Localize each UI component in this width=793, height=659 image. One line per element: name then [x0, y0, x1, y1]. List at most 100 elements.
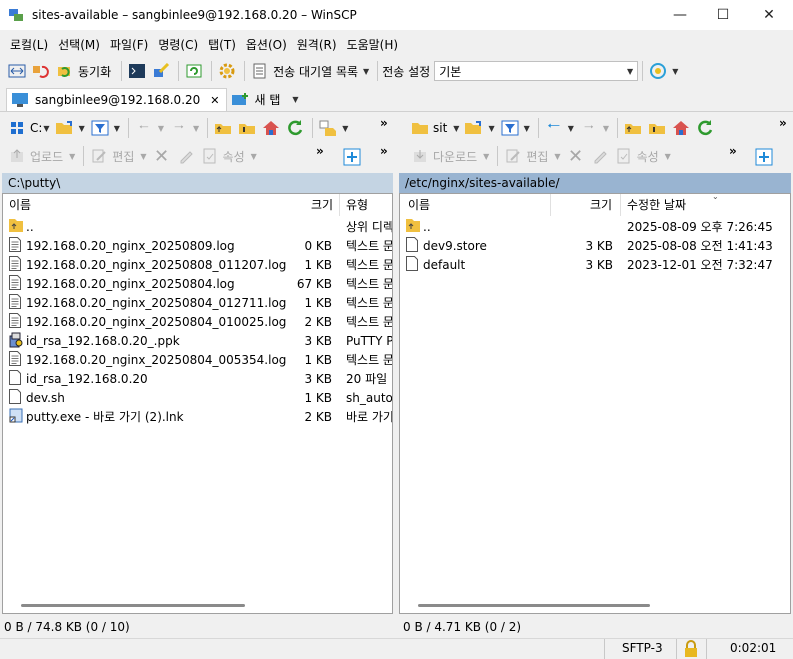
parent-directory-icon[interactable]: [622, 117, 644, 139]
more-tools-icon[interactable]: »: [380, 144, 388, 158]
chevron-down-icon[interactable]: ▼: [158, 124, 164, 133]
edit-button[interactable]: 편집: [526, 148, 548, 165]
remote-dir-select[interactable]: sit: [433, 121, 447, 135]
remote-path-bar[interactable]: /etc/nginx/sites-available/: [399, 173, 791, 193]
remote-file-panel[interactable]: 이름 크기 수정한 날짜 ⌄ .. 2025-08-09 오후 7:26:45 de…: [399, 192, 791, 614]
properties-button[interactable]: 속성: [223, 148, 245, 165]
minimize-button[interactable]: —: [657, 0, 703, 30]
rename-icon[interactable]: [175, 145, 197, 167]
upload-button[interactable]: 업로드: [30, 148, 63, 165]
file-row[interactable]: 192.168.0.20_nginx_20250804_012711.log 1 …: [3, 294, 392, 313]
menu-local[interactable]: 로컬(L): [5, 36, 53, 53]
chevron-down-icon[interactable]: ▼: [251, 152, 257, 161]
parent-directory-icon[interactable]: [212, 117, 234, 139]
chevron-down-icon[interactable]: ▼: [568, 124, 574, 133]
home-icon[interactable]: [260, 117, 282, 139]
forward-arrow-icon[interactable]: 🠂: [578, 117, 600, 139]
column-header-name[interactable]: 이름: [408, 194, 430, 216]
refresh-icon[interactable]: [284, 117, 306, 139]
more-tools-icon[interactable]: »: [779, 116, 787, 130]
upload-icon[interactable]: [6, 145, 28, 167]
edit-icon[interactable]: [88, 145, 110, 167]
new-item-icon[interactable]: [341, 146, 363, 168]
edit-icon[interactable]: [502, 145, 524, 167]
delete-icon[interactable]: ✕: [151, 145, 173, 167]
refresh-icon[interactable]: [694, 117, 716, 139]
file-row[interactable]: id_rsa_192.168.0.20 3 KB 20 파일: [3, 370, 392, 389]
chevron-down-icon[interactable]: ▼: [79, 124, 85, 133]
synchronize-browsing-icon[interactable]: [30, 60, 52, 82]
filter-icon[interactable]: [499, 117, 521, 139]
chevron-down-icon[interactable]: ▼: [488, 124, 494, 133]
menu-file[interactable]: 파일(F): [105, 36, 153, 53]
remote-horizontal-scrollbar[interactable]: [418, 604, 650, 607]
menu-options[interactable]: 옵션(O): [241, 36, 292, 53]
chevron-down-icon[interactable]: ▼: [69, 152, 75, 161]
file-row[interactable]: default 3 KB 2023-12-01 오전 7:32:47: [400, 256, 790, 275]
more-tools-icon[interactable]: »: [729, 144, 737, 158]
properties-button[interactable]: 속성: [637, 148, 659, 165]
file-row[interactable]: dev9.store 3 KB 2025-08-08 오전 1:41:43: [400, 237, 790, 256]
chevron-down-icon[interactable]: ▼: [554, 152, 560, 161]
download-button[interactable]: 다운로드: [433, 148, 477, 165]
more-tools-icon[interactable]: »: [380, 116, 388, 130]
maximize-button[interactable]: ☐: [700, 0, 746, 30]
chevron-down-icon[interactable]: ▼: [292, 95, 298, 104]
chevron-down-icon[interactable]: ▼: [672, 67, 678, 76]
file-row[interactable]: .. 상위 디렉: [3, 218, 392, 237]
filter-icon[interactable]: [89, 117, 111, 139]
file-row[interactable]: .. 2025-08-09 오후 7:26:45: [400, 218, 790, 237]
menu-help[interactable]: 도움말(H): [342, 36, 404, 53]
back-arrow-icon[interactable]: 🠀: [133, 117, 155, 139]
home-icon[interactable]: [670, 117, 692, 139]
more-tools-icon[interactable]: »: [316, 144, 324, 158]
column-header-name[interactable]: 이름: [9, 194, 31, 216]
find-files-icon[interactable]: [317, 117, 339, 139]
close-tab-icon[interactable]: ✕: [210, 94, 219, 107]
column-header-size[interactable]: 크기: [311, 194, 333, 216]
column-divider[interactable]: [550, 194, 551, 216]
chevron-down-icon[interactable]: ▼: [114, 124, 120, 133]
forward-arrow-icon[interactable]: 🠂: [168, 117, 190, 139]
menu-command[interactable]: 명령(C): [153, 36, 203, 53]
chevron-down-icon[interactable]: ▼: [363, 67, 369, 76]
chevron-down-icon[interactable]: ▼: [140, 152, 146, 161]
local-path-bar[interactable]: C:\putty\: [2, 173, 393, 193]
file-row[interactable]: 192.168.0.20_nginx_20250804_010025.log 2 …: [3, 313, 392, 332]
back-arrow-icon[interactable]: 🠀: [543, 116, 565, 139]
delete-icon[interactable]: ✕: [565, 145, 587, 167]
rename-icon[interactable]: [589, 145, 611, 167]
tab-new[interactable]: 새 탭 ▼: [227, 88, 309, 111]
chevron-down-icon[interactable]: ▼: [453, 124, 459, 133]
tab-session[interactable]: sangbinlee9@192.168.0.20 ✕: [6, 88, 227, 111]
column-divider[interactable]: [339, 194, 340, 216]
putty-icon[interactable]: [150, 60, 172, 82]
queue-list-label[interactable]: 전송 대기열 목록: [273, 63, 358, 80]
chevron-down-icon[interactable]: ▼: [483, 152, 489, 161]
queue-list-icon[interactable]: [249, 60, 271, 82]
edit-button[interactable]: 편집: [112, 148, 134, 165]
synchronize-label[interactable]: 동기화: [78, 63, 111, 80]
column-header-modified[interactable]: 수정한 날짜: [627, 194, 686, 216]
file-row[interactable]: putty.exe - 바로 가기 (2).lnk 2 KB 바로 가기: [3, 408, 392, 427]
file-row[interactable]: 192.168.0.20_nginx_20250804_005354.log 1 …: [3, 351, 392, 370]
file-row[interactable]: dev.sh 1 KB sh_auto_: [3, 389, 392, 408]
local-horizontal-scrollbar[interactable]: [21, 604, 245, 607]
root-directory-icon[interactable]: [646, 117, 668, 139]
column-divider[interactable]: [620, 194, 621, 216]
chevron-down-icon[interactable]: ▼: [603, 124, 609, 133]
chevron-down-icon[interactable]: ▼: [342, 124, 348, 133]
file-row[interactable]: 192.168.0.20_nginx_20250804.log 67 KB 텍스트 …: [3, 275, 392, 294]
console-icon[interactable]: [126, 60, 148, 82]
download-icon[interactable]: [409, 145, 431, 167]
properties-icon[interactable]: [199, 145, 221, 167]
local-file-panel[interactable]: 이름 크기 유형 .. 상위 디렉 192.168.0.20_nginx_20250…: [2, 193, 393, 614]
transfer-preset-select[interactable]: 기본 ▼: [434, 61, 639, 81]
column-header-type[interactable]: 유형: [346, 194, 368, 216]
local-drive-select[interactable]: C:: [30, 121, 42, 135]
preferences-gear-icon[interactable]: [216, 60, 238, 82]
chevron-down-icon[interactable]: ▼: [524, 124, 530, 133]
open-folder-icon[interactable]: [54, 117, 76, 139]
file-row[interactable]: id_rsa_192.168.0.20_.ppk 3 KB PuTTY Pr: [3, 332, 392, 351]
column-header-size[interactable]: 크기: [590, 194, 612, 216]
